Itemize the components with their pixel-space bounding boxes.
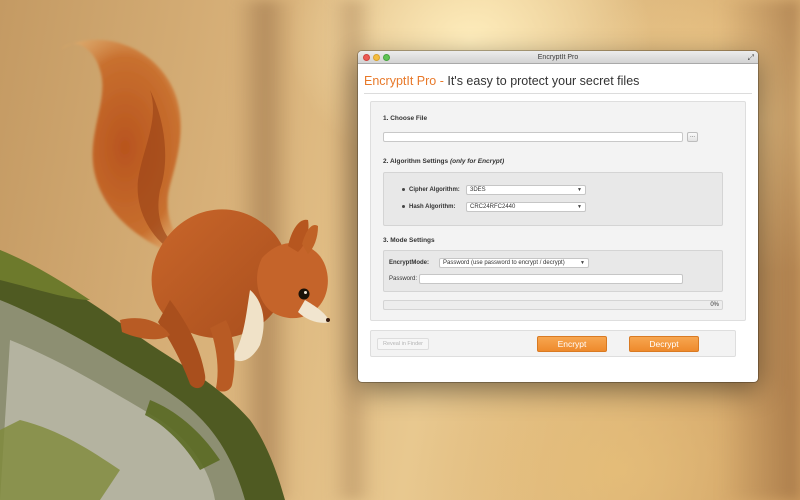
zoom-button[interactable]: [383, 54, 390, 61]
encrypt-mode-label: EncryptMode:: [389, 260, 430, 266]
algorithm-box: Cipher Algorithm: 3DES ▼ Hash Algorithm:…: [383, 172, 723, 226]
browse-button[interactable]: ...: [687, 132, 698, 142]
encrypt-mode-value: Password (use password to encrypt / decr…: [443, 260, 565, 266]
bullet-icon: [402, 187, 405, 191]
progress-percent: 0%: [710, 302, 719, 308]
algorithm-settings-note: (only for Encrypt): [449, 158, 505, 165]
reveal-in-finder-button[interactable]: Reveal in Finder: [377, 338, 429, 350]
password-field[interactable]: [419, 274, 683, 284]
fullscreen-icon[interactable]: ⤢: [748, 53, 754, 62]
cipher-select[interactable]: 3DES ▼: [466, 185, 586, 195]
brand-title: EncryptIt Pro: [364, 74, 437, 88]
encrypt-mode-row: EncryptMode:: [389, 260, 429, 266]
algorithm-settings-label: 2. Algorithm Settings: [383, 158, 449, 165]
mode-box: EncryptMode: Password (use password to e…: [383, 250, 723, 292]
cipher-label: Cipher Algorithm:: [409, 187, 460, 193]
app-header: EncryptIt Pro - It's easy to protect you…: [364, 72, 752, 94]
choose-file-title: 1. Choose File: [383, 115, 428, 122]
chevron-down-icon: ▼: [580, 260, 585, 266]
squirrel-wallpaper-image: [0, 39, 330, 500]
password-label: Password:: [389, 276, 418, 282]
bullet-icon: [402, 204, 405, 208]
hash-select[interactable]: CRC24RFC2440 ▼: [466, 202, 586, 212]
action-bar: Reveal in Finder Encrypt Decrypt: [370, 330, 736, 357]
hash-label: Hash Algorithm:: [409, 204, 456, 210]
progress-bar: [383, 300, 723, 310]
tagline: It's easy to protect your secret files: [447, 74, 640, 88]
encrypt-button[interactable]: Encrypt: [537, 336, 607, 352]
header-separator: -: [436, 74, 448, 88]
encrypt-mode-select[interactable]: Password (use password to encrypt / decr…: [439, 258, 589, 268]
close-button[interactable]: [363, 54, 370, 61]
title-bar[interactable]: EncryptIt Pro ⤢: [358, 51, 758, 64]
password-row: Password:: [389, 276, 417, 282]
file-path-field[interactable]: [383, 132, 683, 142]
mode-settings-title: 3. Mode Settings: [383, 237, 435, 244]
window-title: EncryptIt Pro: [537, 54, 579, 61]
algorithm-settings-title: 2. Algorithm Settings (only for Encrypt): [383, 158, 504, 165]
hash-value: CRC24RFC2440: [470, 204, 516, 210]
chevron-down-icon: ▼: [577, 187, 582, 193]
decrypt-button[interactable]: Decrypt: [629, 336, 699, 352]
cipher-row: Cipher Algorithm:: [402, 187, 460, 193]
app-window: EncryptIt Pro ⤢ EncryptIt Pro - It's eas…: [358, 51, 758, 382]
hash-row: Hash Algorithm:: [402, 204, 455, 210]
minimize-button[interactable]: [373, 54, 380, 61]
settings-panel: 1. Choose File ... 2. Algorithm Settings…: [370, 101, 746, 321]
cipher-value: 3DES: [470, 187, 486, 193]
chevron-down-icon: ▼: [577, 204, 582, 210]
